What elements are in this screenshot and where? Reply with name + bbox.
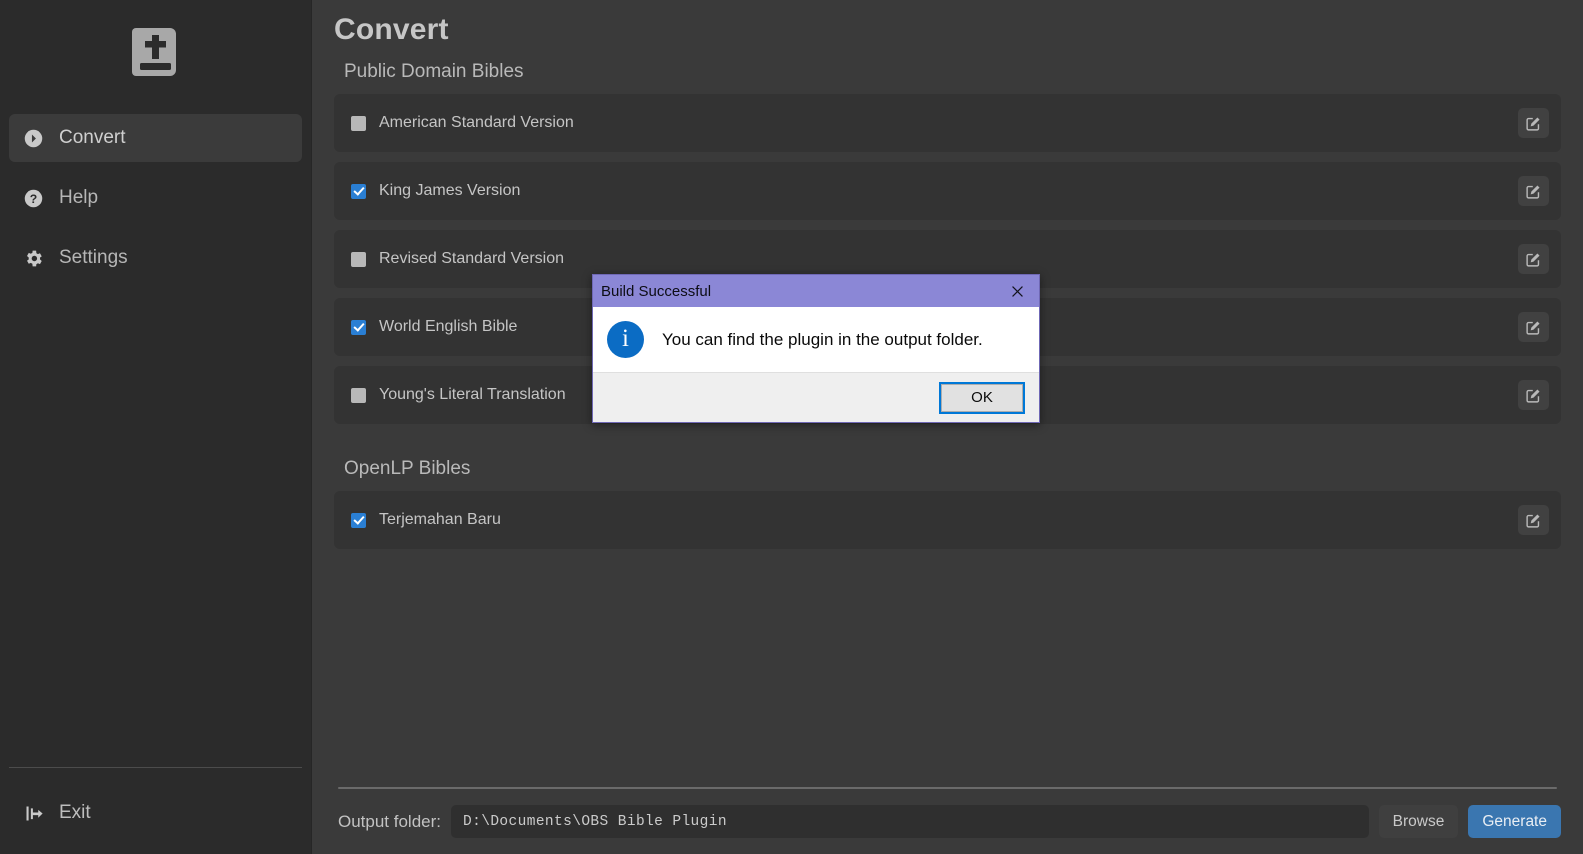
section-title-public-domain: Public Domain Bibles [344,61,524,82]
bible-checkbox[interactable] [351,387,366,403]
app-logo [0,0,311,104]
bible-checkbox[interactable] [351,183,366,199]
edit-pencil-square-icon[interactable] [1518,108,1549,138]
generate-button[interactable]: Generate [1468,805,1561,838]
chevron-circle-right-icon [23,128,44,149]
dialog-footer: OK [593,372,1039,422]
bible-name-label: Revised Standard Version [379,250,564,267]
dialog-title: Build Successful [601,282,712,300]
section-title-openlp: OpenLP Bibles [344,458,471,479]
bible-book-icon [131,28,176,76]
main-content: Convert Public Domain Bibles American St… [312,0,1583,854]
build-successful-dialog: Build Successful i You can find the plug… [592,274,1040,423]
bottom-divider [338,787,1557,789]
close-x-icon[interactable] [995,275,1039,307]
sidebar-item-convert[interactable]: Convert [9,114,302,162]
sidebar: Convert ? Help Settings Exit [0,0,312,854]
sidebar-item-label: Convert [59,127,126,148]
row-left: Revised Standard Version [351,250,564,268]
sidebar-nav: Convert ? Help Settings [0,104,311,294]
row-left: World English Bible [351,318,517,336]
sidebar-item-settings[interactable]: Settings [9,234,302,282]
question-circle-icon: ? [23,188,44,209]
app-window: Convert ? Help Settings Exit Convert Pub… [0,0,1583,854]
bible-checkbox[interactable] [351,115,366,131]
browse-button[interactable]: Browse [1378,805,1459,838]
bible-name-label: King James Version [379,182,521,199]
page-title: Convert [334,13,449,46]
output-folder-label: Output folder: [338,811,442,831]
sidebar-item-help[interactable]: ? Help [9,174,302,222]
ok-button[interactable]: OK [939,381,1025,414]
dialog-titlebar: Build Successful [593,275,1039,307]
table-row[interactable]: American Standard Version [334,94,1561,152]
bottom-bar: Output folder: D:\Documents\OBS Bible Pl… [312,787,1583,854]
bible-checkbox[interactable] [351,319,366,335]
bible-name-label: World English Bible [379,318,518,335]
row-left: Terjemahan Baru [351,511,501,529]
sidebar-item-label: Help [59,187,99,208]
bible-checkbox[interactable] [351,512,366,528]
bible-checkbox[interactable] [351,251,366,267]
sidebar-item-exit[interactable]: Exit [9,792,302,834]
bible-name-label: American Standard Version [379,114,574,131]
row-left: American Standard Version [351,114,574,132]
info-circle-icon: i [607,321,644,358]
dialog-body: i You can find the plugin in the output … [593,307,1039,372]
edit-pencil-square-icon[interactable] [1518,505,1549,535]
output-path-input[interactable]: D:\Documents\OBS Bible Plugin [451,805,1369,838]
sidebar-item-label: Exit [59,802,91,823]
row-left: King James Version [351,182,520,200]
table-row[interactable]: Terjemahan Baru [334,491,1561,549]
sign-out-icon [23,803,44,824]
edit-pencil-square-icon[interactable] [1518,312,1549,342]
edit-pencil-square-icon[interactable] [1518,244,1549,274]
svg-text:?: ? [30,191,37,205]
edit-pencil-square-icon[interactable] [1518,176,1549,206]
output-folder-row: Output folder: D:\Documents\OBS Bible Pl… [334,805,1561,838]
table-row[interactable]: King James Version [334,162,1561,220]
bible-name-label: Young's Literal Translation [379,386,566,403]
row-left: Young's Literal Translation [351,386,566,404]
edit-pencil-square-icon[interactable] [1518,380,1549,410]
sidebar-divider [9,767,302,768]
bible-name-label: Terjemahan Baru [379,511,501,528]
dialog-message: You can find the plugin in the output fo… [662,329,983,349]
sidebar-item-label: Settings [59,247,128,268]
gear-icon [23,248,44,269]
